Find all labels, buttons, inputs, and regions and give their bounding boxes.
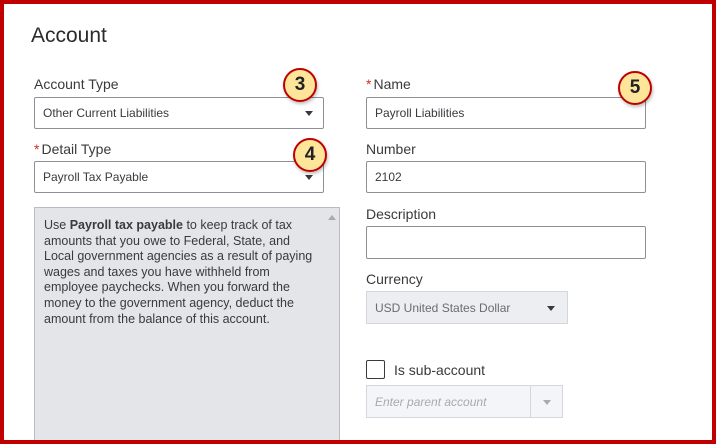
detail-type-label-text: Detail Type	[41, 141, 112, 157]
required-asterisk: *	[366, 76, 372, 92]
currency-value: USD United States Dollar	[375, 300, 511, 315]
detail-type-label: * Detail Type	[34, 141, 111, 157]
scroll-up-icon[interactable]	[328, 215, 336, 220]
chevron-down-icon	[547, 305, 555, 311]
number-label: Number	[366, 141, 416, 157]
currency-label: Currency	[366, 271, 423, 287]
detail-type-description-text: Use Payroll tax payable to keep track of…	[44, 218, 314, 327]
description-text-body: to keep track of tax amounts that you ow…	[44, 218, 313, 326]
sub-account-label: Is sub-account	[394, 362, 486, 378]
number-input[interactable]: 2102	[366, 161, 646, 193]
description-text-lead: Use	[44, 218, 70, 232]
description-label: Description	[366, 206, 437, 222]
required-asterisk: *	[34, 141, 40, 157]
account-type-label: Account Type	[34, 76, 119, 92]
detail-type-value: Payroll Tax Payable	[43, 170, 149, 184]
detail-type-description-panel[interactable]: Use Payroll tax payable to keep track of…	[34, 207, 340, 440]
parent-account-select[interactable]: Enter parent account	[366, 385, 563, 418]
screenshot-frame: Account Account Type Other Current Liabi…	[0, 0, 716, 444]
chevron-down-icon[interactable]	[543, 400, 551, 405]
callout-badge-5: 5	[618, 71, 652, 105]
description-input[interactable]	[366, 226, 646, 259]
detail-type-select[interactable]: Payroll Tax Payable	[34, 161, 324, 193]
description-text-bold: Payroll tax payable	[69, 218, 183, 232]
chevron-down-icon	[305, 111, 313, 116]
page-title: Account	[31, 24, 107, 47]
account-type-select[interactable]: Other Current Liabilities	[34, 97, 324, 129]
sub-account-checkbox[interactable]	[366, 360, 385, 379]
parent-account-divider	[530, 385, 531, 418]
name-input[interactable]: Payroll Liabilities	[366, 97, 646, 129]
callout-badge-3: 3	[283, 68, 317, 102]
name-label-text: Name	[373, 76, 411, 92]
callout-badge-4: 4	[293, 138, 327, 172]
currency-select[interactable]: USD United States Dollar	[366, 291, 568, 324]
chevron-down-icon	[305, 175, 313, 180]
name-label: * Name	[366, 76, 411, 92]
account-type-value: Other Current Liabilities	[43, 106, 170, 120]
